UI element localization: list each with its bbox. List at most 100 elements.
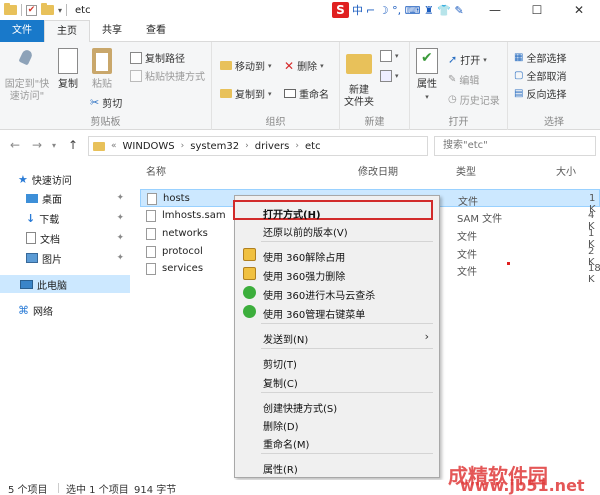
- search-input[interactable]: 搜索"etc": [434, 136, 596, 156]
- cut-button[interactable]: ✂ 剪切: [90, 95, 122, 110]
- pin-quick-access-button[interactable]: 固定到"快 速访问": [4, 48, 50, 103]
- new-folder-icon[interactable]: [41, 3, 54, 15]
- nav-downloads[interactable]: ↓ 下载 ✦: [26, 209, 130, 227]
- forward-button[interactable]: →: [32, 138, 42, 152]
- column-size[interactable]: 大小: [556, 163, 576, 178]
- breadcrumb-system32[interactable]: system32: [190, 141, 239, 152]
- menu-item-360-manage[interactable]: 使用 360管理右键菜单: [235, 302, 439, 322]
- menu-item-360-unlock[interactable]: 使用 360解除占用: [235, 245, 439, 265]
- copy-folder-icon: [220, 89, 232, 98]
- rename-button[interactable]: 重命名: [284, 86, 329, 101]
- menu-item-cut[interactable]: 剪切(T): [235, 352, 439, 372]
- back-button[interactable]: ←: [10, 138, 20, 152]
- nav-documents[interactable]: 文档 ✦: [26, 229, 130, 247]
- copy-to-button[interactable]: 复制到 ▾: [220, 86, 272, 101]
- close-button[interactable]: ✕: [558, 0, 600, 20]
- select-none-button[interactable]: ▢ 全部取消: [514, 68, 566, 83]
- open-group-label: 打开: [448, 117, 469, 128]
- desktop-icon: [26, 193, 38, 203]
- rename-icon: [284, 89, 296, 98]
- paste-button[interactable]: 粘贴: [86, 48, 118, 91]
- menu-item-open-with[interactable]: 打开方式(H): [233, 200, 433, 221]
- menu-item-rename[interactable]: 重命名(M): [235, 432, 439, 452]
- menu-item-restore-versions[interactable]: 还原以前的版本(V): [235, 220, 439, 240]
- recent-dropdown-icon[interactable]: ▾: [52, 141, 56, 150]
- nav-pictures[interactable]: 图片 ✦: [26, 249, 130, 267]
- tab-file[interactable]: 文件: [0, 20, 44, 42]
- nav-this-pc[interactable]: 此电脑: [0, 275, 130, 293]
- menu-separator: [261, 453, 433, 454]
- address-path[interactable]: « WINDOWS › system32 › drivers › etc: [88, 136, 428, 156]
- up-button[interactable]: ↑: [68, 138, 78, 152]
- tab-view[interactable]: 查看: [134, 20, 178, 42]
- move-to-button[interactable]: 移动到 ▾: [220, 58, 272, 73]
- chevron-right-icon[interactable]: ›: [181, 141, 185, 151]
- chevron-right-icon[interactable]: ›: [245, 141, 249, 151]
- nav-network[interactable]: ⌘ 网络: [18, 301, 130, 319]
- minimize-button[interactable]: —: [474, 0, 516, 20]
- nav-quick-access[interactable]: ★ 快速访问: [18, 170, 130, 188]
- 360-scan-icon: [243, 286, 256, 299]
- menu-item-send-to[interactable]: 发送到(N) ›: [235, 327, 439, 347]
- invert-selection-button[interactable]: ▤ 反向选择: [514, 86, 566, 101]
- new-folder-button[interactable]: 新建 文件夹: [342, 48, 376, 109]
- ime-mode[interactable]: 中: [352, 2, 363, 18]
- ribbon-tabs: 文件 主页 共享 查看: [0, 20, 600, 42]
- properties-icon: [416, 48, 438, 74]
- column-modified[interactable]: 修改日期: [358, 163, 398, 178]
- divider: [58, 483, 59, 493]
- pin-icon: ✦: [116, 233, 124, 243]
- divider: [21, 4, 22, 16]
- chevron-right-icon[interactable]: ›: [295, 141, 299, 151]
- properties-button[interactable]: 属性 ▾: [412, 48, 442, 103]
- folder-icon[interactable]: [4, 3, 17, 15]
- dropdown-icon: ▾: [268, 61, 272, 70]
- select-all-button[interactable]: ▦ 全部选择: [514, 50, 566, 65]
- select-none-icon: ▢: [514, 70, 524, 81]
- menu-item-360-scan[interactable]: 使用 360进行木马云查杀: [235, 283, 439, 303]
- breadcrumb-windows[interactable]: WINDOWS: [123, 141, 175, 152]
- ime-tools[interactable]: ⌐ ☽ °, ⌨ ♜ 👕 ✎: [366, 4, 464, 17]
- breadcrumb-drivers[interactable]: drivers: [255, 141, 290, 152]
- invert-selection-icon: ▤: [514, 88, 524, 99]
- menu-item-create-shortcut[interactable]: 创建快捷方式(S): [235, 396, 439, 416]
- status-item-count: 5 个项目: [8, 485, 48, 495]
- easy-access-button[interactable]: ▾: [380, 70, 399, 82]
- breadcrumb-etc[interactable]: etc: [305, 141, 321, 152]
- menu-item-copy[interactable]: 复制(C): [235, 371, 439, 391]
- tab-home[interactable]: 主页: [44, 20, 90, 42]
- open-group: 属性 ▾ ➚ 打开 ▾ ✎ 编辑 ◷ 历史记录 打开: [410, 42, 508, 130]
- delete-button[interactable]: ✕ 删除 ▾: [284, 58, 324, 74]
- file-icon: [146, 263, 156, 275]
- scissors-icon: ✂: [90, 96, 100, 109]
- tab-share[interactable]: 共享: [90, 20, 134, 42]
- path-overflow[interactable]: «: [111, 141, 117, 151]
- history-button[interactable]: ◷ 历史记录: [448, 92, 500, 107]
- customize-toolbar-icon[interactable]: ▾: [58, 6, 62, 15]
- edit-button[interactable]: ✎ 编辑: [448, 72, 479, 87]
- history-icon: ◷: [448, 94, 457, 105]
- ribbon: 固定到"快 速访问" 复制 粘贴 复制路径 粘贴快捷方式 ✂ 剪切 剪贴板 移动…: [0, 42, 600, 130]
- open-button[interactable]: ➚ 打开 ▾: [448, 52, 487, 67]
- sogou-logo-icon[interactable]: S: [332, 2, 349, 18]
- paste-shortcut-button[interactable]: 粘贴快捷方式: [130, 68, 205, 83]
- column-name[interactable]: 名称: [146, 163, 166, 178]
- copy-button[interactable]: 复制: [52, 48, 84, 91]
- chevron-right-icon: ›: [424, 330, 429, 343]
- menu-item-360-force-delete[interactable]: 使用 360强力删除: [235, 264, 439, 284]
- delete-x-icon: ✕: [284, 58, 295, 73]
- copy-path-button[interactable]: 复制路径: [130, 50, 185, 65]
- star-icon: ★: [18, 172, 28, 186]
- menu-item-properties[interactable]: 属性(R): [235, 457, 439, 477]
- nav-desktop[interactable]: 桌面 ✦: [26, 189, 130, 207]
- properties-check-icon[interactable]: ✔: [26, 4, 37, 16]
- maximize-button[interactable]: ☐: [516, 0, 558, 20]
- file-icon: [146, 228, 156, 240]
- menu-item-delete[interactable]: 删除(D): [235, 414, 439, 434]
- new-item-button[interactable]: ▾: [380, 50, 399, 62]
- ime-toolbar[interactable]: S 中 ⌐ ☽ °, ⌨ ♜ 👕 ✎: [332, 2, 464, 18]
- column-type[interactable]: 类型: [456, 163, 476, 178]
- menu-separator: [261, 323, 433, 324]
- new-item-icon: [380, 50, 392, 62]
- organize-group: 移动到 ▾ ✕ 删除 ▾ 复制到 ▾ 重命名 组织: [212, 42, 340, 130]
